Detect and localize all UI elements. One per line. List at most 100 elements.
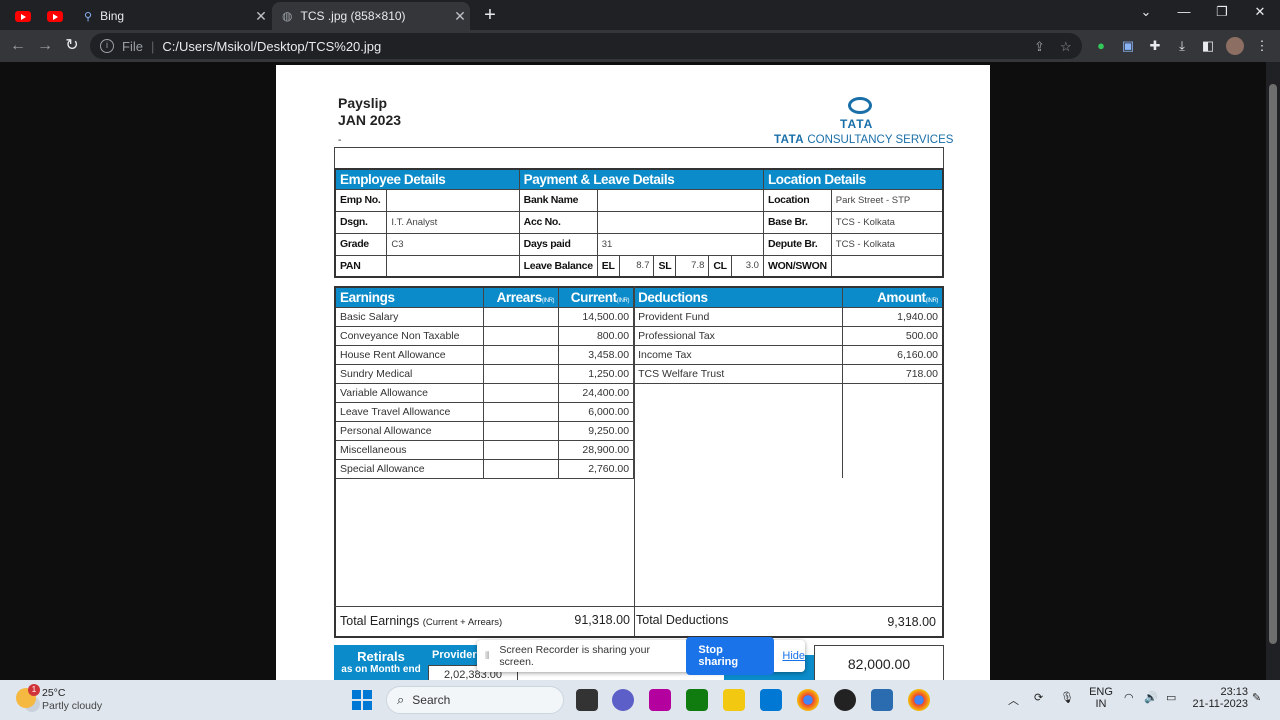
- start-windows-icon[interactable]: [352, 690, 372, 710]
- address-bar[interactable]: i File | C:/Users/Msikol/Desktop/TCS%20.…: [90, 33, 1082, 59]
- url-text[interactable]: C:/Users/Msikol/Desktop/TCS%20.jpg: [162, 39, 381, 54]
- extensions-puzzle-icon[interactable]: ✚: [1146, 37, 1164, 55]
- sl-label: SL: [653, 254, 677, 278]
- tab-title: Bing: [100, 9, 125, 23]
- tata-emblem-icon: [848, 97, 872, 114]
- clock-time: 23:13: [1220, 686, 1248, 698]
- el-label: EL: [596, 254, 620, 278]
- app-icon[interactable]: [760, 689, 782, 711]
- depute-branch-label: Depute Br.: [762, 232, 832, 256]
- share-icon[interactable]: ⇪: [1034, 39, 1045, 55]
- back-button[interactable]: ←: [8, 36, 28, 56]
- grade-label: Grade: [334, 232, 388, 256]
- xbox-icon[interactable]: [686, 689, 708, 711]
- screen-share-bar: ⦀ Screen Recorder is sharing your screen…: [477, 637, 805, 675]
- restore-button[interactable]: ❐: [1204, 4, 1240, 20]
- clock-date: 21-11-2023: [1192, 698, 1248, 710]
- reload-button[interactable]: ↻: [62, 36, 82, 56]
- retirals-header: Retirals as on Month end: [334, 645, 428, 680]
- language-indicator[interactable]: ENG IN: [1086, 686, 1116, 710]
- close-tab-icon[interactable]: ✕: [251, 8, 271, 25]
- chrome-icon[interactable]: [908, 689, 930, 711]
- search-label: Search: [412, 693, 451, 707]
- clock[interactable]: 23:13 21-11-2023: [1188, 686, 1248, 710]
- file-explorer-icon[interactable]: [723, 689, 745, 711]
- download-icon[interactable]: ⤓: [1173, 37, 1191, 55]
- logo-tata-text: TATA: [840, 117, 874, 131]
- total-deductions-value: 9,318.00: [887, 615, 936, 629]
- share-message: Screen Recorder is sharing your screen.: [499, 644, 650, 668]
- bookmark-star-icon[interactable]: ☆: [1060, 39, 1072, 55]
- screen-recorder-icon[interactable]: ▣: [1119, 37, 1137, 55]
- tab-strip: ⚲ Bing ✕ ◍ TCS .jpg (858×810) ✕ + ⌄ — ❐ …: [0, 0, 1280, 30]
- location-value: Park Street - STP: [830, 188, 944, 212]
- youtube-icon: [47, 10, 63, 22]
- microphone-icon[interactable]: 🎙: [1060, 691, 1074, 704]
- tab-youtube-1[interactable]: [8, 2, 38, 30]
- retirals-label: Retirals: [357, 649, 405, 664]
- designation-value: I.T. Analyst: [386, 210, 520, 234]
- base-branch-value: TCS - Kolkata: [830, 210, 944, 234]
- details-table: Employee Details Payment & Leave Details…: [334, 168, 944, 278]
- close-tab-icon[interactable]: ✕: [450, 8, 470, 25]
- logo-rest-text: CONSULTANCY SERVICES: [807, 134, 954, 146]
- el-value: 8.7: [618, 254, 655, 278]
- volume-icon[interactable]: 🔊: [1144, 691, 1158, 704]
- menu-kebab-icon[interactable]: ⋮: [1253, 37, 1271, 55]
- scheme-label: File: [122, 38, 143, 54]
- emp-no-value: [386, 188, 520, 212]
- tab-tcs-image[interactable]: ◍ TCS .jpg (858×810) ✕: [272, 2, 470, 30]
- leave-balance-label: Leave Balance: [518, 254, 598, 278]
- taskbar-search[interactable]: ⌕ Search: [386, 686, 564, 714]
- scrollbar-thumb[interactable]: [1269, 84, 1277, 644]
- app-icon[interactable]: [649, 689, 671, 711]
- hide-button[interactable]: Hide: [782, 650, 805, 662]
- drag-handle-icon[interactable]: ⦀: [485, 651, 489, 662]
- close-window-button[interactable]: ✕: [1242, 4, 1278, 20]
- chevron-up-icon[interactable]: ︿: [1008, 692, 1019, 708]
- stop-sharing-button[interactable]: Stop sharing: [686, 637, 775, 675]
- won-swon-label: WON/SWON: [762, 254, 832, 278]
- payslip-image[interactable]: Payslip JAN 2023 TATA TATA CONSULTANCY S…: [276, 65, 990, 680]
- tab-title: TCS .jpg (858×810): [300, 9, 406, 23]
- designation-label: Dsgn.: [334, 210, 388, 234]
- chat-icon[interactable]: [612, 689, 634, 711]
- forward-button[interactable]: →: [35, 36, 55, 56]
- location-label: Location: [762, 188, 832, 212]
- acc-no-value: [596, 210, 764, 234]
- totals-row: Total Earnings (Current + Arrears) 91,31…: [334, 606, 944, 636]
- task-view-icon[interactable]: [576, 689, 598, 711]
- retirals-sub: as on Month end: [341, 664, 421, 675]
- side-panel-icon[interactable]: ◧: [1199, 37, 1217, 55]
- weather-condition: Partly cloudy: [42, 700, 103, 712]
- tab-search-chevron-icon[interactable]: ⌄: [1128, 4, 1164, 20]
- payslip-header: Payslip JAN 2023: [338, 95, 401, 129]
- grade-value: C3: [386, 232, 520, 256]
- tab-bing[interactable]: ⚲ Bing ✕: [76, 2, 271, 30]
- weather-widget[interactable]: 1 25°C Partly cloudy: [14, 684, 124, 716]
- notification-badge: 1: [28, 684, 40, 696]
- profile-avatar[interactable]: [1226, 37, 1244, 55]
- info-icon[interactable]: i: [100, 39, 114, 53]
- tab-youtube-2[interactable]: [40, 2, 70, 30]
- grammarly-icon[interactable]: ●: [1092, 37, 1110, 55]
- days-paid-value: 31: [596, 232, 764, 256]
- base-branch-label: Base Br.: [762, 210, 832, 234]
- bank-name-value: [596, 188, 764, 212]
- bank-name-label: Bank Name: [518, 188, 598, 212]
- wifi-icon[interactable]: ◠: [1124, 691, 1134, 704]
- media-player-icon[interactable]: [834, 689, 856, 711]
- minimize-button[interactable]: —: [1166, 4, 1202, 19]
- region-code: IN: [1095, 698, 1107, 710]
- logo-company-name: TATA CONSULTANCY SERVICES: [774, 134, 953, 146]
- total-earnings-text: Total Earnings: [340, 614, 420, 628]
- app-icon[interactable]: [871, 689, 893, 711]
- sync-icon[interactable]: ⟳: [1034, 691, 1043, 704]
- new-tab-button[interactable]: +: [480, 4, 500, 27]
- taskbar: 1 25°C Partly cloudy ⌕ Search ︿ ⟳ 🎙 ENG …: [0, 680, 1280, 720]
- total-earnings-value: 91,318.00: [574, 613, 630, 627]
- notifications-icon[interactable]: ✎: [1252, 691, 1261, 704]
- chrome-icon[interactable]: [797, 689, 819, 711]
- vertical-scrollbar[interactable]: [1266, 62, 1280, 680]
- battery-icon[interactable]: ▭: [1166, 691, 1176, 704]
